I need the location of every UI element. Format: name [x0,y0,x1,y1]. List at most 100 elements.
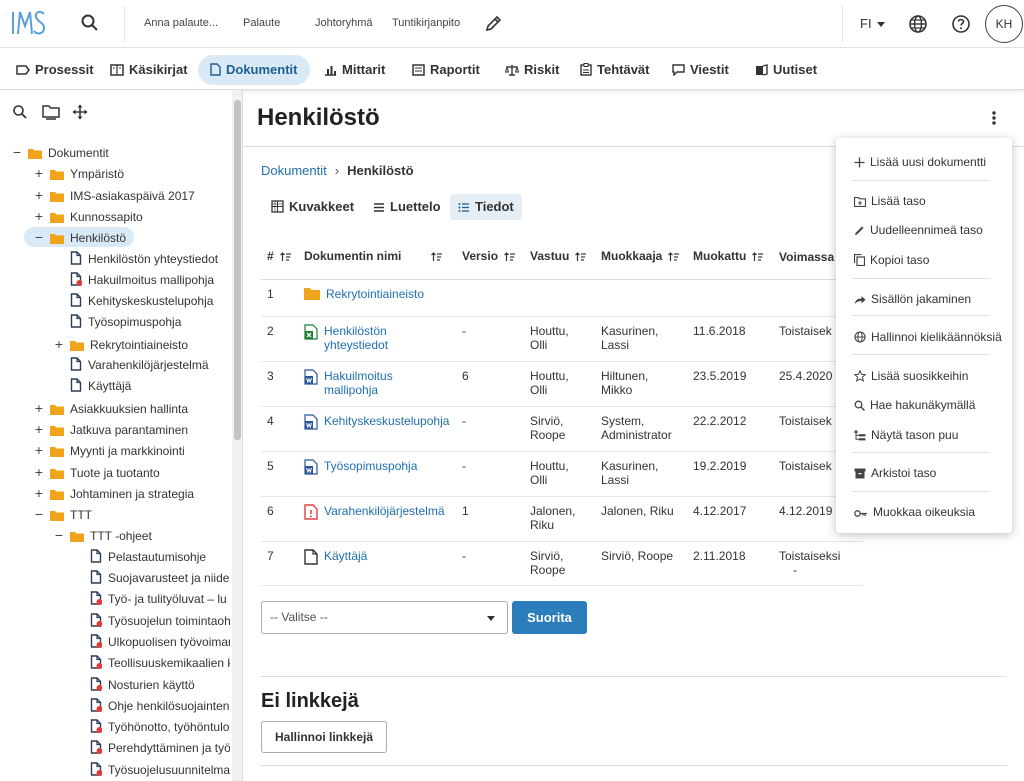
expand-icon[interactable]: + [32,398,46,418]
tree-folder-item[interactable]: + Asiakkuuksien hallinta [32,398,188,418]
document-link[interactable]: Varahenkilöjärjestelmä [324,504,445,518]
expand-icon[interactable]: + [32,483,46,503]
search-icon[interactable] [80,13,102,35]
menu-item[interactable]: Sisällön jakaminen [854,292,971,306]
tree-document-item[interactable]: Pelastautumisohje [72,547,206,567]
collapse-icon[interactable]: − [52,525,66,545]
document-link[interactable]: Rekrytointiaineisto [326,287,424,301]
nav-tasks[interactable]: Tehtävät [568,55,662,85]
tree-document-item[interactable]: Henkilöstön yhteystiedot [52,249,218,269]
menu-item[interactable]: Arkistoi taso [854,466,936,480]
menu-item[interactable]: Hae hakunäkymällä [854,398,975,412]
breadcrumb-root-link[interactable]: Dokumentit [261,163,327,178]
column-header[interactable]: Muokattu [687,235,773,280]
tree-document-item[interactable]: Työsuojelusuunnitelma [72,760,230,780]
expand-icon[interactable]: + [52,334,66,354]
scrollbar-thumb[interactable] [234,100,241,440]
pencil-icon[interactable] [484,13,504,38]
tree-document-item[interactable]: Nosturien käyttö [72,675,195,695]
column-header[interactable]: Vastuu [524,235,595,280]
table-row[interactable]: 2 Henkilöstön yhteystiedot - Houttu, Olli Ka… [261,316,863,362]
column-header[interactable]: Muokkaaja [595,235,687,280]
menu-item[interactable]: Kopioi taso [853,253,929,267]
menu-item[interactable]: Lisää uusi dokumentti [854,155,986,169]
view-list-button[interactable]: Luettelo [365,194,449,220]
nav-manuals[interactable]: Käsikirjat [98,55,200,85]
tree-document-item[interactable]: Työhönotto, työhöntulo [72,717,229,737]
tree-document-item[interactable]: Työsopimuspohja [52,312,181,332]
menu-item[interactable]: Lisää suosikkeihin [853,369,968,383]
tree-folder-item[interactable]: − Dokumentit [10,142,109,162]
action-select[interactable]: -- Valitse -- [261,601,508,634]
view-icons-button[interactable]: Kuvakkeet [263,194,362,220]
sort-icon[interactable] [575,251,587,265]
document-link[interactable]: Käyttäjä [324,549,367,563]
nav-reports[interactable]: Raportit [400,55,492,85]
expand-icon[interactable]: + [32,440,46,460]
table-row[interactable]: 1 Rekrytointiaineisto [261,279,863,317]
collapse-icon[interactable]: − [32,227,46,247]
tree-document-item[interactable]: Työ- ja tulityöluvat – lu [72,589,227,609]
menu-item[interactable]: Lisää taso [853,194,926,208]
document-link[interactable]: Kehityskeskustelupohja [324,414,449,428]
tree-folder-item[interactable]: + Tuote ja tuotanto [32,462,160,482]
tree-folder-item[interactable]: + IMS-asiakaspäivä 2017 [32,185,195,205]
sort-icon[interactable] [431,251,443,265]
tree-folder-item[interactable]: + Ympäristö [32,163,124,183]
table-row[interactable]: 4 Kehityskeskustelupohja - Sirviö, Roope Sys… [261,406,863,452]
document-link[interactable]: Henkilöstön yhteystiedot [324,324,420,352]
tree-folder-item[interactable]: − Henkilöstö [24,227,135,248]
nav-documents[interactable]: Dokumentit [198,55,310,85]
more-options-icon[interactable] [991,110,997,131]
tree-folder-item[interactable]: + Johtaminen ja strategia [32,483,194,503]
quicklink-feedback-form[interactable]: Anna palaute... [144,17,218,29]
tree-document-item[interactable]: Työsuojelun toimintaoh [72,611,230,631]
nav-processes[interactable]: Prosessit [4,55,106,85]
sort-icon[interactable] [752,251,764,265]
expand-icon[interactable]: + [32,185,46,205]
tree-document-item[interactable]: Ulkopuolisen työvoiman [72,632,230,652]
menu-item[interactable]: Uudelleennimeä taso [854,223,983,237]
sort-icon[interactable] [668,251,680,265]
user-avatar[interactable]: KH [985,5,1023,43]
table-row[interactable]: 5 Työsopimuspohja - Houttu, Olli Kasurinen, … [261,451,863,497]
sidebar-scrollbar[interactable] [232,90,242,781]
tree-folder-item[interactable]: − TTT [32,504,92,524]
globe-icon[interactable] [907,13,929,40]
tree-folder-item[interactable]: + Myynti ja markkinointi [32,440,185,460]
menu-item[interactable]: Näytä tason puu [854,428,958,442]
nav-messages[interactable]: Viestit [660,55,741,85]
quicklink-management[interactable]: Johtoryhmä [315,17,372,29]
tree-document-item[interactable]: Suojavarusteet ja niiden [72,568,230,588]
view-details-button[interactable]: Tiedot [450,194,522,220]
nav-news[interactable]: Uutiset [743,55,829,85]
collapse-icon[interactable]: − [32,504,46,524]
sort-icon[interactable] [279,251,291,265]
menu-item[interactable]: Hallinnoi kielikäännöksiä [854,330,1002,344]
nav-metrics[interactable]: Mittarit [312,55,397,85]
column-header[interactable]: Versio [456,235,524,280]
language-select[interactable]: FI [860,16,885,31]
run-button[interactable]: Suorita [512,601,587,634]
table-row[interactable]: 6 Varahenkilöjärjestelmä 1 Jalonen, Riku Jal… [261,496,863,542]
nav-risks[interactable]: Riskit [493,55,571,85]
table-row[interactable]: 7 Käyttäjä - Sirviö, Roope Sirviö, Roope 2.11… [261,541,863,586]
document-link[interactable]: Työsopimuspohja [324,459,417,473]
menu-item[interactable]: Muokkaa oikeuksia [854,505,975,519]
sort-icon[interactable] [504,251,516,265]
help-icon[interactable] [950,13,972,40]
tree-document-item[interactable]: Perehdyttäminen ja työ [72,738,230,758]
tree-folder-item[interactable]: + Jatkuva parantaminen [32,419,188,439]
quicklink-timesheet[interactable]: Tuntikirjanpito [392,17,460,29]
tree-folder-item[interactable]: + Rekrytointiaineisto [52,334,188,354]
tree-document-item[interactable]: Varahenkilöjärjestelmä [52,355,209,375]
expand-icon[interactable]: + [32,419,46,439]
tree-folder-item[interactable]: − TTT -ohjeet [52,525,152,545]
tree-folder-item[interactable]: + Kunnossapito [32,206,143,226]
ims-logo[interactable] [10,8,46,43]
expand-icon[interactable]: + [32,206,46,226]
tree-document-item[interactable]: Käyttäjä [52,376,131,396]
tree-document-item[interactable]: Kehityskeskustelupohja [52,291,213,311]
expand-icon[interactable]: + [32,462,46,482]
document-link[interactable]: Hakuilmoitus mallipohja [324,369,420,397]
